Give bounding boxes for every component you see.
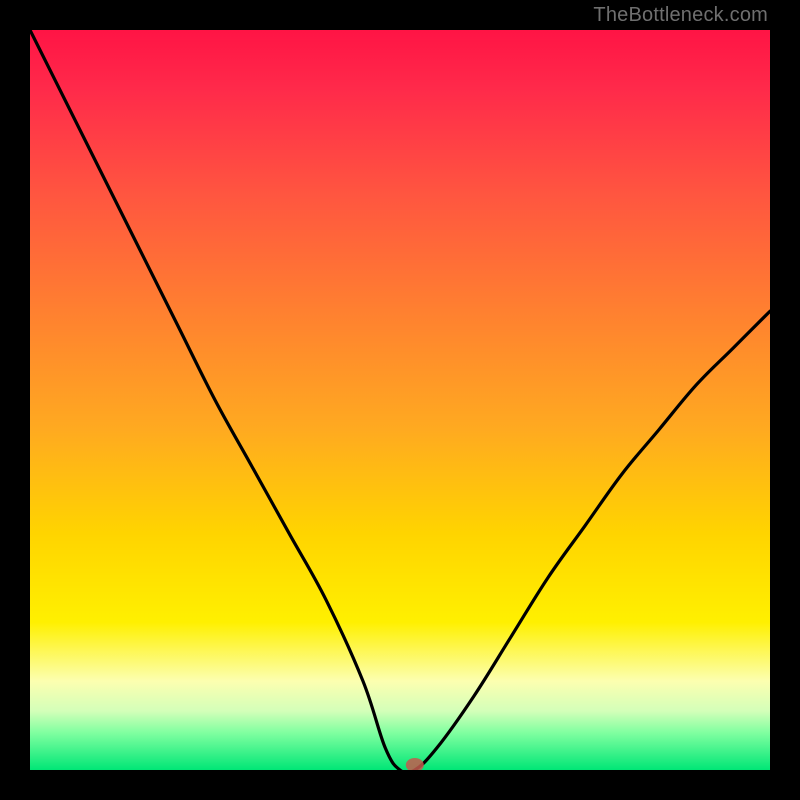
curve-layer bbox=[30, 30, 770, 770]
watermark-text: TheBottleneck.com bbox=[593, 4, 768, 27]
optimal-point-marker bbox=[406, 758, 424, 770]
plot-area bbox=[30, 30, 770, 770]
bottleneck-curve bbox=[30, 30, 770, 770]
chart-frame: TheBottleneck.com bbox=[0, 0, 800, 800]
